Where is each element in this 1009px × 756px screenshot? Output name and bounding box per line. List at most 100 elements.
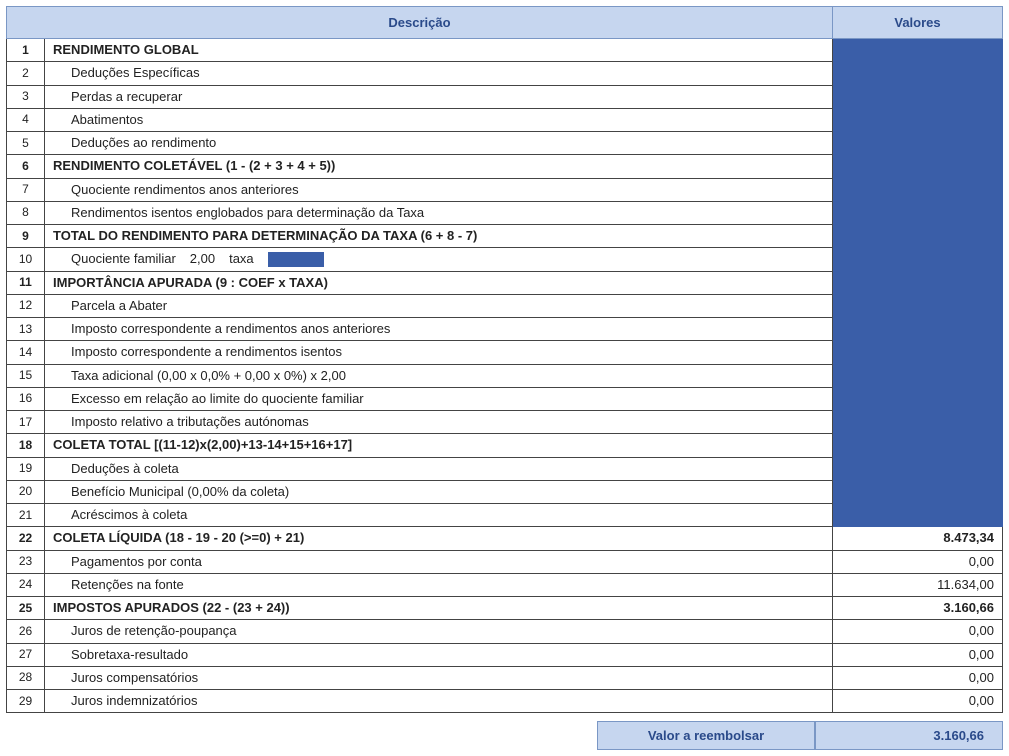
row-description: IMPORTÂNCIA APURADA (9 : COEF x TAXA) <box>45 271 833 294</box>
row-value <box>833 62 1003 85</box>
table-row: 2Deduções Específicas <box>7 62 1003 85</box>
row-label: IMPOSTOS APURADOS (22 - (23 + 24)) <box>53 600 290 615</box>
row-value <box>833 108 1003 131</box>
table-row: 10Quociente familiar2,00taxa <box>7 248 1003 271</box>
row-label: Juros indemnizatórios <box>53 693 197 708</box>
row-description: COLETA TOTAL [(11-12)x(2,00)+13-14+15+16… <box>45 434 833 457</box>
row-label: RENDIMENTO GLOBAL <box>53 42 199 57</box>
row-label: Taxa adicional (0,00 x 0,0% + 0,00 x 0%)… <box>53 368 346 383</box>
row-label: IMPORTÂNCIA APURADA (9 : COEF x TAXA) <box>53 275 328 290</box>
row-value <box>833 178 1003 201</box>
table-row: 13Imposto correspondente a rendimentos a… <box>7 318 1003 341</box>
row-value: 11.634,00 <box>833 573 1003 596</box>
row-value <box>833 480 1003 503</box>
table-row: 21Acréscimos à coleta <box>7 504 1003 527</box>
row-value <box>833 39 1003 62</box>
row-value <box>833 248 1003 271</box>
row-label: Perdas a recuperar <box>53 89 182 104</box>
row-index: 20 <box>7 480 45 503</box>
row-value <box>833 387 1003 410</box>
table-row: 26Juros de retenção-poupança0,00 <box>7 620 1003 643</box>
row-label: COLETA LÍQUIDA (18 - 19 - 20 (>=0) + 21) <box>53 530 304 545</box>
table-row: 6 RENDIMENTO COLETÁVEL (1 - (2 + 3 + 4 + … <box>7 155 1003 178</box>
row-label: Retenções na fonte <box>53 577 184 592</box>
row-index: 12 <box>7 294 45 317</box>
row-value <box>833 364 1003 387</box>
row-description: Sobretaxa-resultado <box>45 643 833 666</box>
row-index: 3 <box>7 85 45 108</box>
footer-label: Valor a reembolsar <box>597 721 815 750</box>
row-index: 14 <box>7 341 45 364</box>
row-label: RENDIMENTO COLETÁVEL (1 - (2 + 3 + 4 + 5… <box>53 158 335 173</box>
row-description: Juros compensatórios <box>45 666 833 689</box>
row-description: Imposto relativo a tributações autónomas <box>45 411 833 434</box>
row-description: Quociente familiar2,00taxa <box>45 248 833 271</box>
table-row: 25IMPOSTOS APURADOS (22 - (23 + 24))3.16… <box>7 597 1003 620</box>
row-value <box>833 504 1003 527</box>
table-row: 22 COLETA LÍQUIDA (18 - 19 - 20 (>=0) + 2… <box>7 527 1003 550</box>
row-description: RENDIMENTO COLETÁVEL (1 - (2 + 3 + 4 + 5… <box>45 155 833 178</box>
row-index: 27 <box>7 643 45 666</box>
row-label: Imposto correspondente a rendimentos ise… <box>53 344 342 359</box>
row-value: 0,00 <box>833 643 1003 666</box>
row-value <box>833 411 1003 434</box>
row-value <box>833 318 1003 341</box>
row-index: 8 <box>7 201 45 224</box>
footer-value: 3.160,66 <box>815 721 1003 750</box>
table-row: 23Pagamentos por conta0,00 <box>7 550 1003 573</box>
row-index: 9 <box>7 225 45 248</box>
table-row: 14 Imposto correspondente a rendimentos i… <box>7 341 1003 364</box>
table-row: 1RENDIMENTO GLOBAL <box>7 39 1003 62</box>
table-row: 8Rendimentos isentos englobados para det… <box>7 201 1003 224</box>
table-row: 28 Juros compensatórios 0,00 <box>7 666 1003 689</box>
header-row: Descrição Valores <box>7 7 1003 39</box>
row-description: Rendimentos isentos englobados para dete… <box>45 201 833 224</box>
row-index: 21 <box>7 504 45 527</box>
row-index: 24 <box>7 573 45 596</box>
row-label: Juros compensatórios <box>53 670 198 685</box>
table-row: 19Deduções à coleta <box>7 457 1003 480</box>
row-index: 6 <box>7 155 45 178</box>
row-label: Pagamentos por conta <box>53 554 202 569</box>
row-value: 8.473,34 <box>833 527 1003 550</box>
row-index: 18 <box>7 434 45 457</box>
row-value <box>833 294 1003 317</box>
row-description: Parcela a Abater <box>45 294 833 317</box>
row-label: Deduções Específicas <box>53 65 200 80</box>
row-label: Sobretaxa-resultado <box>53 647 188 662</box>
table-row: 15 Taxa adicional (0,00 x 0,0% + 0,00 x 0… <box>7 364 1003 387</box>
row-index: 22 <box>7 527 45 550</box>
row-value <box>833 132 1003 155</box>
row-value: 0,00 <box>833 690 1003 713</box>
row-description: COLETA LÍQUIDA (18 - 19 - 20 (>=0) + 21) <box>45 527 833 550</box>
table-row: 24 Retenções na fonte 11.634,00 <box>7 573 1003 596</box>
row-index: 15 <box>7 364 45 387</box>
table-row: 11 IMPORTÂNCIA APURADA (9 : COEF x TAXA) <box>7 271 1003 294</box>
row-value: 0,00 <box>833 620 1003 643</box>
row-label: Benefício Municipal (0,00% da coleta) <box>53 484 289 499</box>
row-label: Imposto relativo a tributações autónomas <box>53 414 309 429</box>
row-index: 23 <box>7 550 45 573</box>
row-index: 7 <box>7 178 45 201</box>
row-value: 0,00 <box>833 666 1003 689</box>
table-row: 20 Benefício Municipal (0,00% da coleta) <box>7 480 1003 503</box>
table-row: 16Excesso em relação ao limite do quocie… <box>7 387 1003 410</box>
row-description: Pagamentos por conta <box>45 550 833 573</box>
row-label: TOTAL DO RENDIMENTO PARA DETERMINAÇÃO DA… <box>53 228 477 243</box>
row-description: Benefício Municipal (0,00% da coleta) <box>45 480 833 503</box>
quociente-label: Quociente familiar <box>71 251 176 267</box>
row-description: Deduções à coleta <box>45 457 833 480</box>
row-index: 26 <box>7 620 45 643</box>
row-value <box>833 457 1003 480</box>
header-descricao: Descrição <box>7 7 833 39</box>
row-description: Excesso em relação ao limite do quocient… <box>45 387 833 410</box>
quociente-value: 2,00 <box>190 251 215 267</box>
row-value <box>833 434 1003 457</box>
table-row: 3 Perdas a recuperar <box>7 85 1003 108</box>
row-index: 28 <box>7 666 45 689</box>
row-label: COLETA TOTAL [(11-12)x(2,00)+13-14+15+16… <box>53 437 352 452</box>
header-valores: Valores <box>833 7 1003 39</box>
row-index: 11 <box>7 271 45 294</box>
row-value <box>833 85 1003 108</box>
row-index: 13 <box>7 318 45 341</box>
